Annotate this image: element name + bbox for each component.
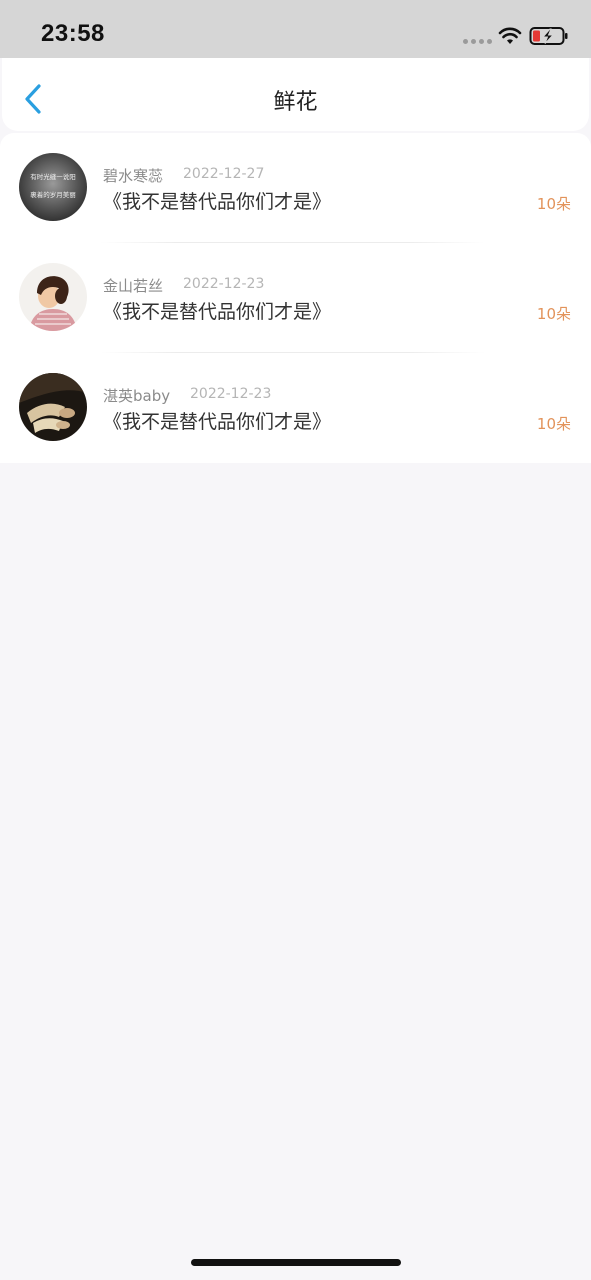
status-bar: 23:58 bbox=[0, 0, 591, 58]
flower-count: 10朵 bbox=[536, 305, 571, 323]
list-item[interactable]: 有时光缝一说阳 裹着的岁月美丽 碧水寒蕊 2022-12-27 《我不是替代品你… bbox=[0, 133, 591, 243]
home-indicator bbox=[191, 1259, 401, 1266]
avatar bbox=[19, 263, 87, 331]
user-name: 碧水寒蕊 bbox=[103, 167, 164, 185]
item-date: 2022-12-27 bbox=[183, 166, 265, 182]
item-date: 2022-12-23 bbox=[183, 276, 265, 292]
flower-count: 10朵 bbox=[536, 415, 571, 433]
battery-charging-icon bbox=[529, 27, 568, 45]
user-name: 湛英baby bbox=[103, 387, 171, 405]
signal-icon bbox=[463, 39, 492, 44]
avatar: 有时光缝一说阳 裹着的岁月美丽 bbox=[19, 153, 87, 221]
item-title: 《我不是替代品你们才是》 bbox=[103, 191, 332, 213]
item-title: 《我不是替代品你们才是》 bbox=[103, 411, 332, 433]
wifi-icon bbox=[498, 27, 522, 44]
item-date: 2022-12-23 bbox=[190, 386, 272, 402]
avatar-text: 有时光缝一说阳 bbox=[30, 172, 76, 181]
list-item[interactable]: 金山若丝 2022-12-23 《我不是替代品你们才是》 10朵 bbox=[0, 243, 591, 353]
nav-bar: 鲜花 bbox=[2, 58, 589, 131]
avatar bbox=[19, 373, 87, 441]
list-item[interactable]: 湛英baby 2022-12-23 《我不是替代品你们才是》 10朵 bbox=[0, 353, 591, 463]
status-time: 23:58 bbox=[41, 20, 105, 47]
page-title: 鲜花 bbox=[273, 90, 318, 115]
user-name: 金山若丝 bbox=[103, 277, 164, 295]
flower-count: 10朵 bbox=[536, 195, 571, 213]
avatar-text: 裹着的岁月美丽 bbox=[30, 190, 76, 199]
flower-list: 有时光缝一说阳 裹着的岁月美丽 碧水寒蕊 2022-12-27 《我不是替代品你… bbox=[0, 133, 591, 463]
item-title: 《我不是替代品你们才是》 bbox=[103, 301, 332, 323]
